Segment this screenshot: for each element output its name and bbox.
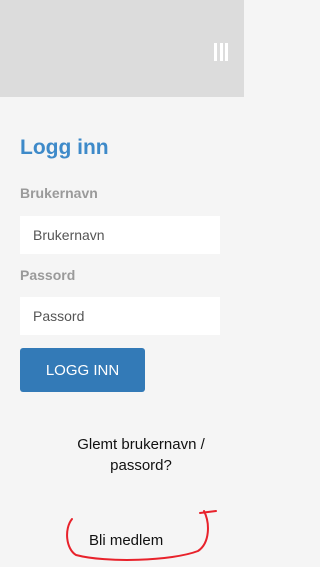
login-button[interactable]: LOGG INN — [20, 348, 145, 392]
password-label: Passord — [20, 267, 76, 283]
join-link[interactable]: Bli medlem — [89, 532, 163, 549]
username-label: Brukernavn — [20, 185, 98, 201]
password-input[interactable] — [20, 297, 220, 335]
forgot-password-link[interactable]: Glemt brukernavn / passord? — [60, 434, 222, 476]
hamburger-menu-icon[interactable] — [214, 43, 228, 61]
top-bar — [0, 0, 244, 97]
username-input[interactable] — [20, 216, 220, 254]
page-title: Logg inn — [20, 136, 109, 159]
